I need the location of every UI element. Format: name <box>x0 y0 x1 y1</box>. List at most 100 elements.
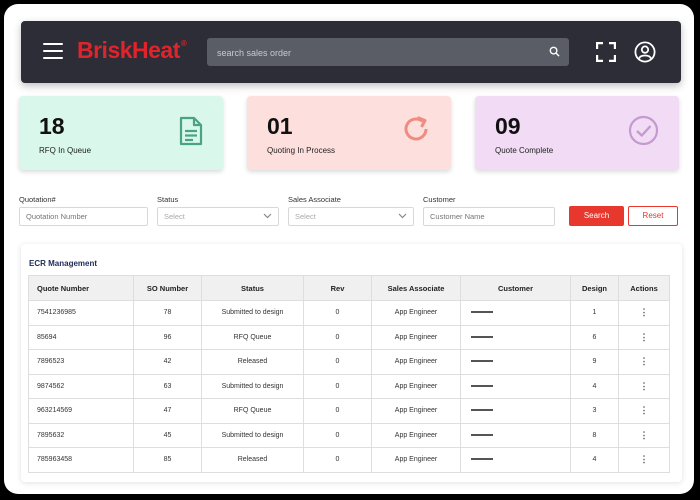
more-actions-icon[interactable]: ⋮ <box>640 356 649 366</box>
top-bar: BriskHeat® <box>21 21 681 83</box>
status-label: Status <box>157 195 179 204</box>
cell-customer <box>460 300 571 326</box>
cell-status: Submitted to design <box>201 300 304 326</box>
menu-icon[interactable] <box>43 43 63 59</box>
app-window: BriskHeat® 18 RFQ In Queue <box>4 4 694 494</box>
cell-quote-number: 7896523 <box>28 349 134 375</box>
cell-status: Submitted to design <box>201 373 304 399</box>
more-actions-icon[interactable]: ⋮ <box>640 307 649 317</box>
table-header-row: Quote Number SO Number Status Rev Sales … <box>28 275 670 301</box>
cell-status: RFQ Queue <box>201 398 304 424</box>
stat-card-quote-complete[interactable]: 09 Quote Complete <box>475 96 679 170</box>
stat-label: Quote Complete <box>495 146 554 155</box>
check-circle-icon <box>628 115 659 146</box>
table-row[interactable]: 7896523 42 Released 0 App Engineer 9 ⋮ <box>28 349 670 375</box>
cell-design: 9 <box>570 349 619 375</box>
cell-actions: ⋮ <box>618 300 670 326</box>
column-header-quote-number[interactable]: Quote Number <box>28 275 134 301</box>
cell-rev: 0 <box>303 349 372 375</box>
cell-so-number: 63 <box>133 373 202 399</box>
cell-rev: 0 <box>303 422 372 448</box>
cell-design: 4 <box>570 373 619 399</box>
cell-actions: ⋮ <box>618 373 670 399</box>
cell-customer <box>460 349 571 375</box>
cell-customer <box>460 447 571 473</box>
cell-quote-number: 7541236985 <box>28 300 134 326</box>
column-header-design[interactable]: Design <box>570 275 619 301</box>
cell-status: Submitted to design <box>201 422 304 448</box>
cell-design: 1 <box>570 300 619 326</box>
logo-text: BriskHeat <box>77 37 180 63</box>
table-row[interactable]: 785963458 85 Released 0 App Engineer 4 ⋮ <box>28 447 670 473</box>
stat-card-rfq-in-queue[interactable]: 18 RFQ In Queue <box>19 96 223 170</box>
customer-redacted-placeholder <box>471 433 493 436</box>
column-header-customer[interactable]: Customer <box>460 275 571 301</box>
logo[interactable]: BriskHeat® <box>77 37 187 64</box>
cell-rev: 0 <box>303 324 372 350</box>
cell-design: 3 <box>570 398 619 424</box>
search-button[interactable]: Search <box>569 206 624 226</box>
column-header-sales-associate[interactable]: Sales Associate <box>371 275 461 301</box>
stat-card-quoting-in-process[interactable]: 01 Quoting In Process <box>247 96 451 170</box>
cell-so-number: 96 <box>133 324 202 350</box>
panel-title: ECR Management <box>29 259 98 268</box>
logo-registered-mark: ® <box>180 39 187 48</box>
cell-actions: ⋮ <box>618 349 670 375</box>
search-bar <box>207 38 569 68</box>
cell-status: Released <box>201 447 304 473</box>
status-select[interactable]: Select <box>157 207 279 226</box>
customer-redacted-placeholder <box>471 409 493 412</box>
stat-value: 09 <box>495 113 521 139</box>
cell-customer <box>460 373 571 399</box>
chevron-down-icon <box>263 213 272 219</box>
document-icon <box>179 116 203 146</box>
cell-quote-number: 963214569 <box>28 398 134 424</box>
customer-redacted-placeholder <box>471 360 493 363</box>
more-actions-icon[interactable]: ⋮ <box>640 405 649 415</box>
customer-redacted-placeholder <box>471 384 493 387</box>
quotation-number-input[interactable] <box>19 207 148 226</box>
stat-value: 01 <box>267 113 293 139</box>
fullscreen-icon[interactable] <box>596 42 616 62</box>
chevron-down-icon <box>398 213 407 219</box>
sales-associate-select[interactable]: Select <box>288 207 414 226</box>
search-input[interactable] <box>215 38 539 68</box>
cell-so-number: 45 <box>133 422 202 448</box>
table-row[interactable]: 7895632 45 Submitted to design 0 App Eng… <box>28 422 670 448</box>
sales-associate-label: Sales Associate <box>288 195 341 204</box>
cell-sales-associate: App Engineer <box>371 398 461 424</box>
cell-quote-number: 85694 <box>28 324 134 350</box>
table-row[interactable]: 9874562 63 Submitted to design 0 App Eng… <box>28 373 670 399</box>
quotation-label: Quotation# <box>19 195 56 204</box>
ecr-management-panel: ECR Management Quote Number SO Number St… <box>21 244 682 482</box>
table-row[interactable]: 85694 96 RFQ Queue 0 App Engineer 6 ⋮ <box>28 324 670 350</box>
search-icon[interactable] <box>549 46 560 57</box>
table-row[interactable]: 963214569 47 RFQ Queue 0 App Engineer 3 … <box>28 398 670 424</box>
cell-sales-associate: App Engineer <box>371 447 461 473</box>
cell-quote-number: 9874562 <box>28 373 134 399</box>
cell-customer <box>460 398 571 424</box>
customer-redacted-placeholder <box>471 311 493 314</box>
ecr-table: Quote Number SO Number Status Rev Sales … <box>28 275 670 473</box>
cell-rev: 0 <box>303 373 372 399</box>
cell-rev: 0 <box>303 300 372 326</box>
reset-button[interactable]: Reset <box>628 206 678 226</box>
customer-name-input[interactable] <box>423 207 555 226</box>
table-row[interactable]: 7541236985 78 Submitted to design 0 App … <box>28 300 670 326</box>
column-header-actions: Actions <box>618 275 670 301</box>
column-header-so-number[interactable]: SO Number <box>133 275 202 301</box>
more-actions-icon[interactable]: ⋮ <box>640 454 649 464</box>
user-account-icon[interactable] <box>634 41 656 63</box>
cell-actions: ⋮ <box>618 398 670 424</box>
more-actions-icon[interactable]: ⋮ <box>640 381 649 391</box>
cell-sales-associate: App Engineer <box>371 349 461 375</box>
cell-customer <box>460 422 571 448</box>
more-actions-icon[interactable]: ⋮ <box>640 332 649 342</box>
cell-sales-associate: App Engineer <box>371 373 461 399</box>
column-header-rev[interactable]: Rev <box>303 275 372 301</box>
column-header-status[interactable]: Status <box>201 275 304 301</box>
cell-rev: 0 <box>303 398 372 424</box>
cell-so-number: 85 <box>133 447 202 473</box>
cell-design: 4 <box>570 447 619 473</box>
more-actions-icon[interactable]: ⋮ <box>640 430 649 440</box>
